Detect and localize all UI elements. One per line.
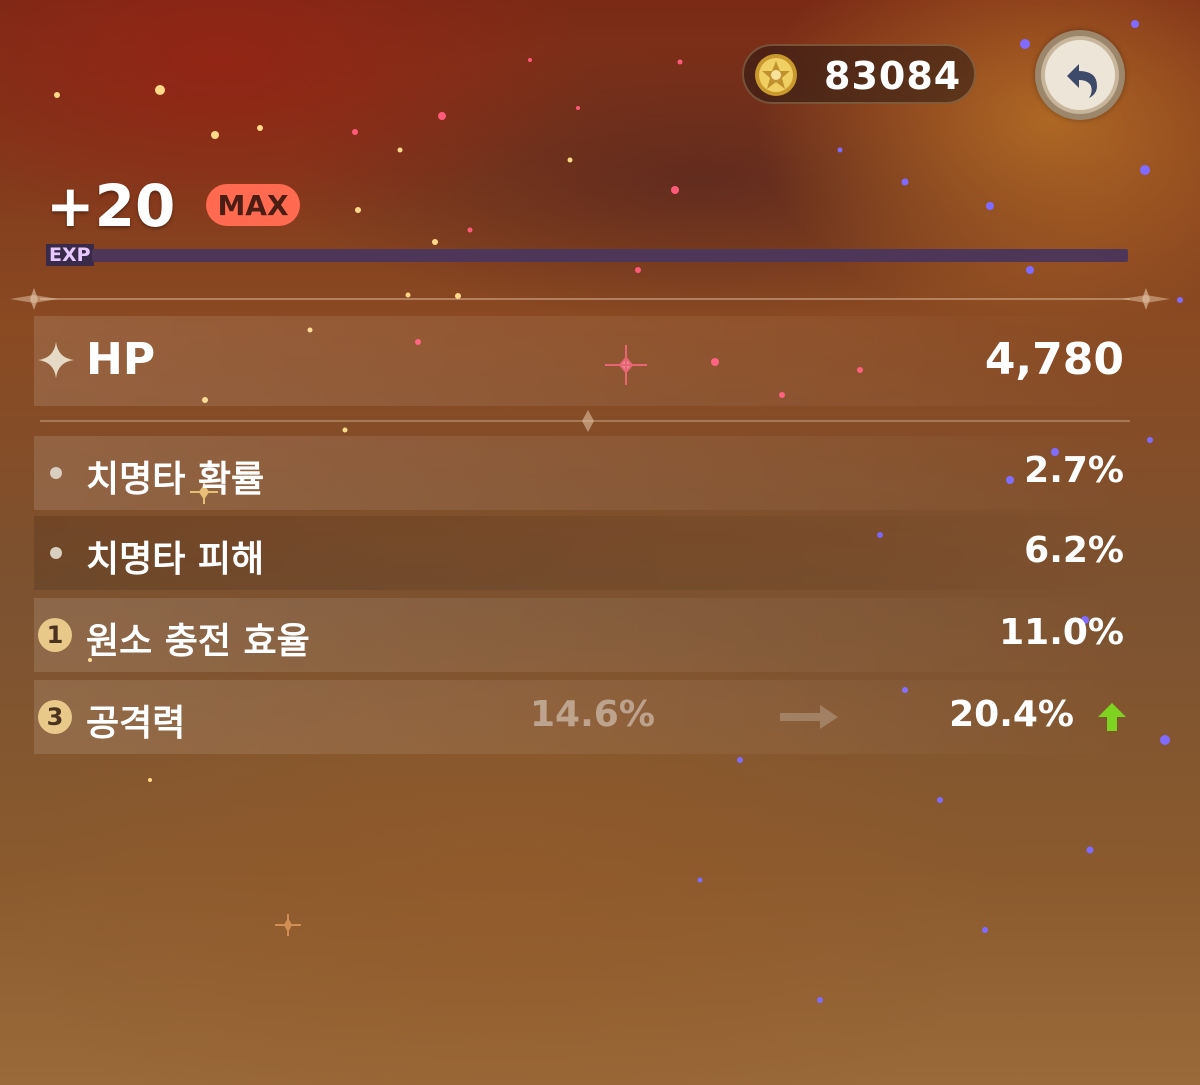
sub-stat-row: 1 원소 충전 효율 11.0%	[34, 598, 1130, 672]
sub-stat-row: 치명타 확률 2.7%	[34, 436, 1130, 510]
sub-stat-label: 치명타 피해	[86, 539, 265, 580]
exp-bar	[92, 249, 1128, 262]
sub-stat-value: 2.7%	[1024, 450, 1124, 491]
increase-arrow-icon	[1098, 703, 1126, 731]
back-button[interactable]	[1035, 30, 1125, 120]
main-stat-row: HP 4,780	[34, 316, 1130, 406]
sub-stat-old-value: 14.6%	[530, 694, 655, 735]
max-level-badge: MAX	[206, 184, 300, 226]
roll-count-badge: 1	[38, 618, 72, 652]
back-arrow-icon	[1067, 64, 1097, 98]
roll-count-badge: 3	[38, 700, 72, 734]
bullet-dot-icon	[50, 547, 62, 559]
artifact-level: +20	[46, 172, 176, 240]
sub-stat-row: 치명타 피해 6.2%	[34, 516, 1130, 590]
exp-label: EXP	[46, 244, 94, 266]
main-stat-value: 4,780	[984, 334, 1124, 385]
mora-counter: 83084	[742, 44, 976, 104]
ornament-divider	[10, 288, 1170, 310]
main-stat-label: HP	[86, 334, 156, 385]
sub-stat-value: 6.2%	[1024, 530, 1124, 571]
sub-stat-label: 공격력	[86, 703, 186, 744]
mora-amount: 83084	[824, 54, 962, 98]
bullet-dot-icon	[50, 467, 62, 479]
ornament-divider	[40, 410, 1130, 432]
arrow-right-icon	[780, 705, 838, 729]
mora-coin-icon	[755, 54, 797, 96]
sub-stat-row: 3 공격력 14.6% 20.4%	[34, 680, 1130, 754]
sub-stat-value: 11.0%	[999, 612, 1124, 653]
sub-stat-label: 원소 충전 효율	[86, 621, 310, 662]
four-point-star-icon	[38, 342, 74, 378]
sub-stat-value: 20.4%	[949, 694, 1074, 735]
sub-stat-label: 치명타 확률	[86, 459, 265, 500]
